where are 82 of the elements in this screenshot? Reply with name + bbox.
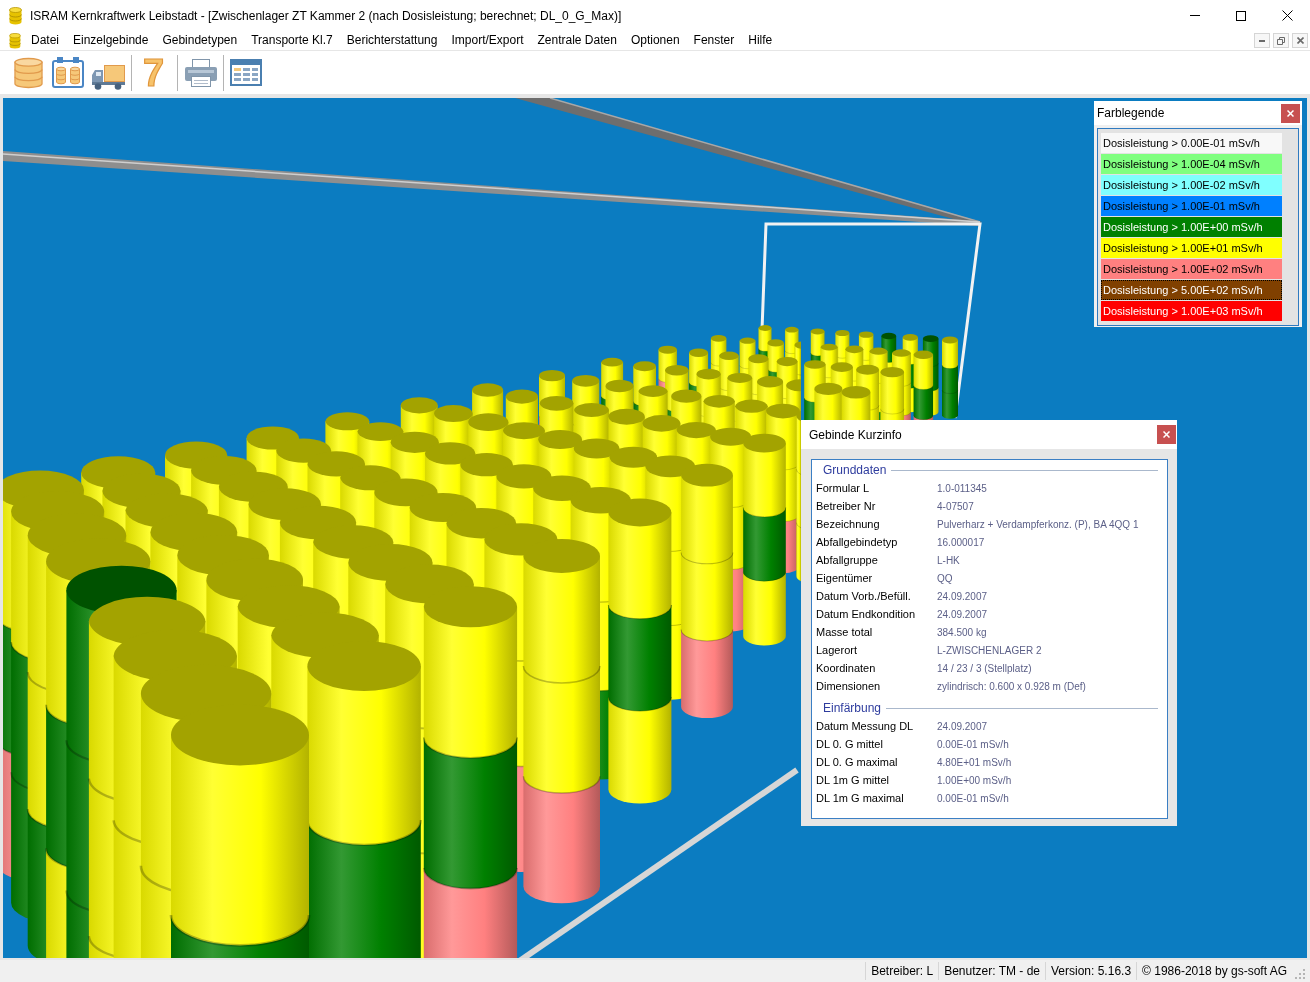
field-label: Abfallgebindetyp [816, 536, 899, 548]
field-label: DL 0. G maximal [816, 756, 899, 768]
menu-item[interactable]: Einzelgebinde [66, 32, 156, 49]
maximize-icon[interactable] [1236, 10, 1246, 21]
menu-item[interactable]: Datei [24, 32, 66, 49]
status-text: Betreiber: L [865, 962, 939, 980]
close-icon [1163, 431, 1170, 438]
field-label: Lagerort [816, 644, 858, 656]
binder-icon[interactable] [52, 57, 84, 88]
restore-button[interactable] [1273, 33, 1289, 48]
legend-item[interactable]: Dosisleistung > 1.00E-04 mSv/h [1101, 154, 1282, 174]
status-text: © 1986-2018 by gs-soft AG [1136, 962, 1292, 980]
legend-item[interactable]: Dosisleistung > 1.00E+01 mSv/h [1101, 238, 1282, 258]
field-value: 0.00E-01 mSv/h [937, 738, 1009, 750]
menu-item[interactable]: Zentrale Daten [530, 32, 624, 49]
restore-icon [1277, 36, 1285, 45]
status-text: Benutzer: TM - de [938, 962, 1045, 980]
close-button[interactable] [1292, 33, 1308, 48]
group-title: Einfärbung [823, 701, 882, 715]
field-label: Dimensionen [816, 680, 882, 692]
legend-item[interactable]: Dosisleistung > 0.00E-01 mSv/h [1101, 133, 1282, 153]
field-label: Formular L [816, 482, 871, 494]
resize-grip-icon[interactable] [1295, 969, 1305, 979]
field-value: 14 / 23 / 3 (Stellplatz) [937, 662, 1032, 674]
legend-item[interactable]: Dosisleistung > 1.00E+03 mSv/h [1101, 301, 1282, 321]
field-label: DL 0. G mittel [816, 738, 884, 750]
field-value: L-HK [937, 554, 960, 566]
window-title: ISRAM Kernkraftwerk Leibstadt - [Zwischenlager ZT Kammer 2 (nach Dosisleistung; berechnet; DL_0_G_Max)] [30, 8, 622, 23]
field-value: 4.80E+01 mSv/h [937, 756, 1012, 768]
field-value: 24.09.2007 [937, 608, 988, 620]
field-value: QQ [937, 572, 953, 584]
field-label: Datum Endkondition [816, 608, 917, 620]
field-value: 24.09.2007 [937, 590, 988, 602]
field-value: Pulverharz + Verdampferkonz. (P), BA 4QQ 1 [937, 518, 1139, 530]
legend-item[interactable]: Dosisleistung > 1.00E+00 mSv/h [1101, 217, 1282, 237]
menu-item[interactable]: Fenster [686, 32, 742, 49]
legend-item[interactable]: Dosisleistung > 1.00E+02 mSv/h [1101, 259, 1282, 279]
menu-item[interactable]: Hilfe [741, 32, 780, 49]
field-value: 0.00E-01 mSv/h [937, 792, 1009, 804]
field-value: 1.00E+00 mSv/h [937, 774, 1012, 786]
field-label: Datum Vorb./Befüll. [816, 590, 912, 602]
field-label: Eigentümer [816, 572, 874, 584]
field-value: 1.0-011345 [937, 482, 987, 494]
menu-item[interactable]: Optionen [623, 32, 687, 49]
field-value: L-ZWISCHENLAGER 2 [937, 644, 1042, 656]
close-icon [1296, 37, 1304, 44]
field-value: 384.500 kg [937, 626, 987, 638]
field-value: 4-07507 [937, 500, 974, 512]
close-icon[interactable] [1281, 10, 1293, 21]
field-label: DL 1m G maximal [816, 792, 905, 804]
close-button[interactable] [1281, 103, 1300, 123]
close-button[interactable] [1157, 425, 1176, 444]
legend-item[interactable]: Dosisleistung > 1.00E-02 mSv/h [1101, 175, 1282, 195]
truck-icon[interactable] [91, 63, 126, 90]
field-value: 16.000017 [937, 536, 985, 548]
table-icon[interactable] [230, 59, 263, 86]
field-label: Datum Messung DL [816, 720, 915, 732]
field-label: Abfallgruppe [816, 554, 879, 566]
field-label: Koordinaten [816, 662, 877, 674]
field-label: Betreiber Nr [816, 500, 877, 512]
menu-item[interactable]: Berichterstattung [339, 32, 445, 49]
field-value: zylindrisch: 0.600 x 0.928 m (Def) [937, 680, 1086, 692]
barrel-icon[interactable] [9, 32, 21, 49]
legend-item[interactable]: Dosisleistung > 5.00E+02 mSv/h [1101, 280, 1282, 300]
minimize-button[interactable] [1254, 33, 1270, 48]
menu-item[interactable]: Import/Export [444, 32, 531, 49]
menu-item[interactable]: Transporte Kl.7 [244, 32, 340, 49]
field-value: 24.09.2007 [937, 720, 988, 732]
barrel-icon [9, 6, 22, 25]
status-text: Version: 5.16.3 [1045, 962, 1137, 980]
group-title: Grunddaten [823, 463, 887, 477]
legend-item[interactable]: Dosisleistung > 1.00E-01 mSv/h [1101, 196, 1282, 216]
database-icon[interactable] [14, 56, 43, 89]
field-label: DL 1m G mittel [816, 774, 890, 786]
menu-item[interactable]: Gebindetypen [155, 32, 245, 49]
minimize-icon [1259, 39, 1265, 42]
field-label: Bezeichnung [816, 518, 881, 530]
panel-title: Gebinde Kurzinfo [809, 427, 902, 442]
close-icon [1287, 109, 1294, 117]
printer-icon[interactable] [184, 57, 219, 88]
panel-title: Farblegende [1097, 106, 1165, 120]
field-label: Masse total [816, 626, 874, 638]
